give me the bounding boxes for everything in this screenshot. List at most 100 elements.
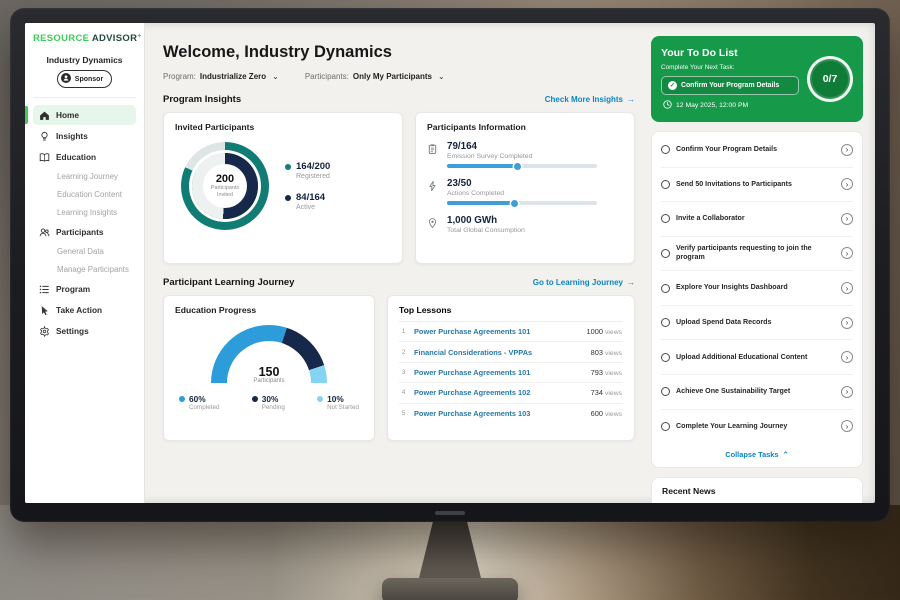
book-icon bbox=[39, 152, 50, 163]
donut-center-value: 200 bbox=[216, 173, 234, 185]
task-label: Confirm Your Program Details bbox=[676, 145, 835, 154]
go-to-learning-journey-link[interactable]: Go to Learning Journey → bbox=[533, 278, 635, 287]
legend-value: 10% bbox=[327, 394, 359, 404]
checkbox-icon[interactable] bbox=[661, 214, 670, 223]
org-name: Industry Dynamics bbox=[33, 55, 136, 65]
participants-filter-dropdown[interactable]: Participants: Only My Participants ⌄ bbox=[305, 72, 445, 81]
lesson-title-link[interactable]: Power Purchase Agreements 102 bbox=[414, 388, 584, 397]
lesson-views: 600views bbox=[591, 409, 622, 418]
sidebar-item-label: Home bbox=[56, 110, 79, 120]
sidebar-item-program[interactable]: Program bbox=[33, 279, 136, 299]
legend-label: Registered bbox=[296, 173, 330, 180]
filter-bar: Program: Industrialize Zero ⌄ Participan… bbox=[163, 72, 635, 81]
sidebar-item-education-content[interactable]: Education Content bbox=[33, 186, 136, 203]
invited-participants-donut-chart: 200 Participants Invited bbox=[181, 142, 269, 230]
lesson-title-link[interactable]: Power Purchase Agreements 103 bbox=[414, 409, 584, 418]
next-task-due: 12 May 2025, 12:00 PM bbox=[661, 100, 799, 111]
checkbox-icon[interactable] bbox=[661, 284, 670, 293]
task-row[interactable]: Invite a Collaborator › bbox=[661, 202, 853, 237]
lesson-row: 3 Power Purchase Agreements 101 793views bbox=[399, 363, 623, 383]
lesson-views: 803views bbox=[591, 348, 622, 357]
donut-legend: 164/200 Registered 84/164 Active bbox=[285, 161, 330, 211]
card-title: Participants Information bbox=[427, 122, 623, 132]
next-task-pill[interactable]: ✓ Confirm Your Program Details bbox=[661, 76, 799, 95]
task-label: Send 50 Invitations to Participants bbox=[676, 180, 835, 189]
sidebar-item-learning-journey[interactable]: Learning Journey bbox=[33, 168, 136, 185]
checkbox-icon[interactable] bbox=[661, 422, 670, 431]
sidebar-item-general-data[interactable]: General Data bbox=[33, 243, 136, 260]
sidebar-item-take-action[interactable]: Take Action bbox=[33, 300, 136, 320]
task-row[interactable]: Upload Spend Data Records › bbox=[661, 306, 853, 341]
next-task-label: Confirm Your Program Details bbox=[681, 82, 779, 89]
chevron-right-icon[interactable]: › bbox=[841, 144, 853, 156]
recent-news-card[interactable]: Recent News bbox=[651, 477, 863, 503]
sponsor-icon bbox=[61, 73, 71, 85]
card-title: Top Lessons bbox=[399, 305, 623, 322]
lesson-rank: 4 bbox=[400, 389, 407, 396]
legend-value: 84/164 bbox=[296, 192, 325, 203]
task-row[interactable]: Send 50 Invitations to Participants › bbox=[661, 168, 853, 203]
todo-progress-value: 0/7 bbox=[823, 73, 838, 85]
actions-progress-bar bbox=[447, 201, 597, 205]
legend-value: 30% bbox=[262, 394, 285, 404]
legend-item-pending: 30% Pending bbox=[252, 394, 285, 411]
chevron-right-icon[interactable]: › bbox=[841, 351, 853, 363]
info-label: Emission Survey Completed bbox=[447, 153, 597, 160]
chevron-right-icon[interactable]: › bbox=[841, 178, 853, 190]
sky-dot-icon bbox=[317, 396, 323, 402]
task-row[interactable]: Verify participants requesting to join t… bbox=[661, 237, 853, 272]
task-row[interactable]: Achieve One Sustainability Target › bbox=[661, 375, 853, 410]
chevron-right-icon[interactable]: › bbox=[841, 213, 853, 225]
sidebar-item-manage-participants[interactable]: Manage Participants bbox=[33, 261, 136, 278]
sidebar-item-home[interactable]: Home bbox=[33, 105, 136, 125]
chevron-right-icon[interactable]: › bbox=[841, 386, 853, 398]
section-title-learning-journey: Participant Learning Journey bbox=[163, 277, 294, 288]
chevron-right-icon[interactable]: › bbox=[841, 317, 853, 329]
sidebar-nav: Home Insights Education Learning Journey bbox=[33, 97, 136, 341]
legend-label: Not Started bbox=[327, 404, 359, 411]
brand-logo: RESOURCE ADVISOR+ bbox=[33, 33, 136, 44]
sidebar-item-participants[interactable]: Participants bbox=[33, 222, 136, 242]
chevron-down-icon: ⌄ bbox=[438, 72, 445, 81]
legend-item-not-started: 10% Not Started bbox=[317, 394, 359, 411]
sidebar-item-settings[interactable]: Settings bbox=[33, 321, 136, 341]
chevron-right-icon[interactable]: › bbox=[841, 247, 853, 259]
checkbox-icon[interactable] bbox=[661, 318, 670, 327]
sidebar-item-learning-insights[interactable]: Learning Insights bbox=[33, 204, 136, 221]
task-row[interactable]: Confirm Your Program Details › bbox=[661, 133, 853, 168]
people-icon bbox=[39, 227, 50, 238]
lesson-rank: 5 bbox=[400, 410, 407, 417]
due-label: 12 May 2025, 12:00 PM bbox=[676, 102, 748, 109]
checkbox-icon[interactable] bbox=[661, 180, 670, 189]
checkbox-icon[interactable] bbox=[661, 353, 670, 362]
checkbox-icon[interactable] bbox=[661, 145, 670, 154]
participants-filter-label: Participants: bbox=[305, 72, 349, 81]
emission-survey-progress-bar bbox=[447, 164, 597, 168]
checkbox-icon[interactable] bbox=[661, 387, 670, 396]
collapse-label: Collapse Tasks bbox=[725, 450, 778, 459]
checkbox-icon[interactable] bbox=[661, 249, 670, 258]
gear-icon bbox=[39, 326, 50, 337]
check-more-insights-link[interactable]: Check More Insights → bbox=[545, 95, 635, 104]
chevron-right-icon[interactable]: › bbox=[841, 420, 853, 432]
sponsor-badge[interactable]: Sponsor bbox=[57, 70, 112, 88]
todo-title: Your To Do List bbox=[661, 47, 799, 59]
gauge-center-value: 150 bbox=[211, 366, 327, 379]
sidebar-item-label: General Data bbox=[57, 247, 104, 256]
lesson-title-link[interactable]: Power Purchase Agreements 101 bbox=[414, 327, 580, 336]
collapse-tasks-link[interactable]: Collapse Tasks ⌃ bbox=[661, 443, 853, 464]
task-row[interactable]: Explore Your Insights Dashboard › bbox=[661, 271, 853, 306]
task-row[interactable]: Complete Your Learning Journey › bbox=[661, 410, 853, 444]
program-filter-dropdown[interactable]: Program: Industrialize Zero ⌄ bbox=[163, 72, 279, 81]
monitor-stand-base bbox=[382, 578, 518, 600]
link-label: Go to Learning Journey bbox=[533, 278, 623, 287]
lesson-title-link[interactable]: Financial Considerations - VPPAs bbox=[414, 348, 584, 357]
lightbulb-icon bbox=[39, 131, 50, 142]
sidebar-item-education[interactable]: Education bbox=[33, 147, 136, 167]
task-row[interactable]: Upload Additional Educational Content › bbox=[661, 340, 853, 375]
info-value: 1,000 GWh bbox=[447, 215, 525, 226]
legend-item-registered: 164/200 Registered bbox=[285, 161, 330, 180]
sidebar-item-insights[interactable]: Insights bbox=[33, 126, 136, 146]
lesson-title-link[interactable]: Power Purchase Agreements 101 bbox=[414, 368, 584, 377]
chevron-right-icon[interactable]: › bbox=[841, 282, 853, 294]
